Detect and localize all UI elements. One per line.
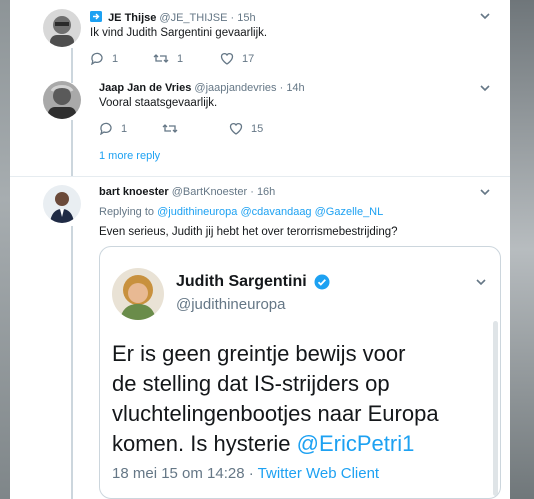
avatar[interactable] bbox=[43, 185, 81, 223]
retweet-count: 1 bbox=[177, 52, 184, 65]
quoted-text-line: vluchtelingenbootjes naar Europa bbox=[112, 401, 439, 426]
meta-separator: · bbox=[230, 12, 235, 24]
retweet-icon bbox=[162, 122, 186, 135]
meta-separator: · bbox=[250, 186, 254, 198]
tweetshift-icon bbox=[90, 11, 102, 22]
tweet-text: Even serieus, Judith jij hebt het over t… bbox=[99, 226, 398, 238]
like-icon bbox=[229, 122, 251, 135]
like-count: 17 bbox=[242, 52, 255, 65]
scrollbar[interactable] bbox=[493, 321, 498, 496]
retweet-button[interactable] bbox=[162, 122, 186, 135]
reply-icon bbox=[90, 52, 112, 65]
retweet-icon bbox=[153, 52, 177, 65]
chevron-down-icon[interactable] bbox=[478, 81, 492, 95]
like-button[interactable]: 17 bbox=[220, 52, 254, 65]
mention-link[interactable]: @EricPetri1 bbox=[297, 431, 415, 456]
author-handle[interactable]: @JE_THIJSE bbox=[159, 12, 227, 24]
quoted-text-line: Er is geen greintje bewijs voor bbox=[112, 341, 406, 366]
quoted-meta: 18 mei 15 om 14:28 · Twitter Web Client bbox=[112, 465, 379, 482]
timestamp[interactable]: 16h bbox=[257, 186, 275, 198]
tweet-text: Ik vind Judith Sargentini gevaarlijk. bbox=[90, 27, 268, 39]
retweet-button[interactable]: 1 bbox=[153, 52, 183, 65]
quoted-date[interactable]: 18 mei 15 om 14:28 bbox=[112, 465, 245, 482]
tweet-je-thijse[interactable]: JE Thijse @JE_THIJSE · 15h Ik vind Judit… bbox=[10, 0, 510, 76]
chevron-down-icon[interactable] bbox=[474, 275, 488, 294]
author-handle[interactable]: @BartKnoester bbox=[172, 186, 247, 198]
replying-to-handles[interactable]: @judithineuropa @cdavandaag @Gazelle_NL bbox=[157, 206, 383, 218]
timestamp[interactable]: 15h bbox=[237, 12, 255, 24]
author-name[interactable]: Jaap Jan de Vries bbox=[99, 82, 191, 94]
reply-button[interactable]: 1 bbox=[90, 52, 118, 65]
like-icon bbox=[220, 52, 242, 65]
quoted-client[interactable]: Twitter Web Client bbox=[258, 465, 379, 482]
reply-count: 1 bbox=[121, 122, 128, 135]
author-name[interactable]: JE Thijse bbox=[108, 12, 156, 24]
avatar[interactable] bbox=[43, 81, 81, 119]
like-button[interactable]: 15 bbox=[229, 122, 263, 135]
verified-badge-icon bbox=[314, 274, 330, 295]
meta-separator: · bbox=[279, 82, 284, 94]
conversation-panel: JE Thijse @JE_THIJSE · 15h Ik vind Judit… bbox=[10, 0, 510, 499]
chevron-down-icon[interactable] bbox=[478, 9, 492, 23]
quoted-author-handle[interactable]: @judithineuropa bbox=[176, 296, 285, 313]
meta-separator: · bbox=[248, 465, 254, 482]
like-count: 15 bbox=[251, 122, 264, 135]
quoted-text-line: komen. Is hysterie bbox=[112, 431, 291, 456]
quoted-text-line: de stelling dat IS-strijders op bbox=[112, 371, 390, 396]
reply-count: 1 bbox=[112, 52, 119, 65]
timestamp[interactable]: 14h bbox=[286, 82, 304, 94]
quoted-author-name[interactable]: Judith Sargentini bbox=[176, 273, 307, 291]
tweet-jaap-jan-de-vries[interactable]: Jaap Jan de Vries @jaapjandevries · 14h … bbox=[10, 76, 510, 144]
reply-button[interactable]: 1 bbox=[99, 122, 127, 135]
more-reply-link[interactable]: 1 more reply bbox=[99, 150, 160, 162]
replying-to-label: Replying to bbox=[99, 206, 155, 218]
author-handle[interactable]: @jaapjandevries bbox=[194, 82, 276, 94]
quoted-tweet[interactable]: Judith Sargentini @judithineuropa Er is … bbox=[99, 246, 501, 499]
chevron-down-icon[interactable] bbox=[478, 185, 492, 199]
reply-icon bbox=[99, 122, 121, 135]
quoted-avatar[interactable] bbox=[112, 268, 164, 320]
tweet-text: Vooral staatsgevaarlijk. bbox=[99, 97, 218, 109]
author-name[interactable]: bart knoester bbox=[99, 186, 169, 198]
quoted-text: Er is geen greintje bewijs voor de stell… bbox=[112, 339, 500, 459]
replying-to: Replying to @judithineuropa @cdavandaag … bbox=[99, 206, 383, 218]
background-strip bbox=[506, 0, 534, 499]
avatar[interactable] bbox=[43, 9, 81, 47]
